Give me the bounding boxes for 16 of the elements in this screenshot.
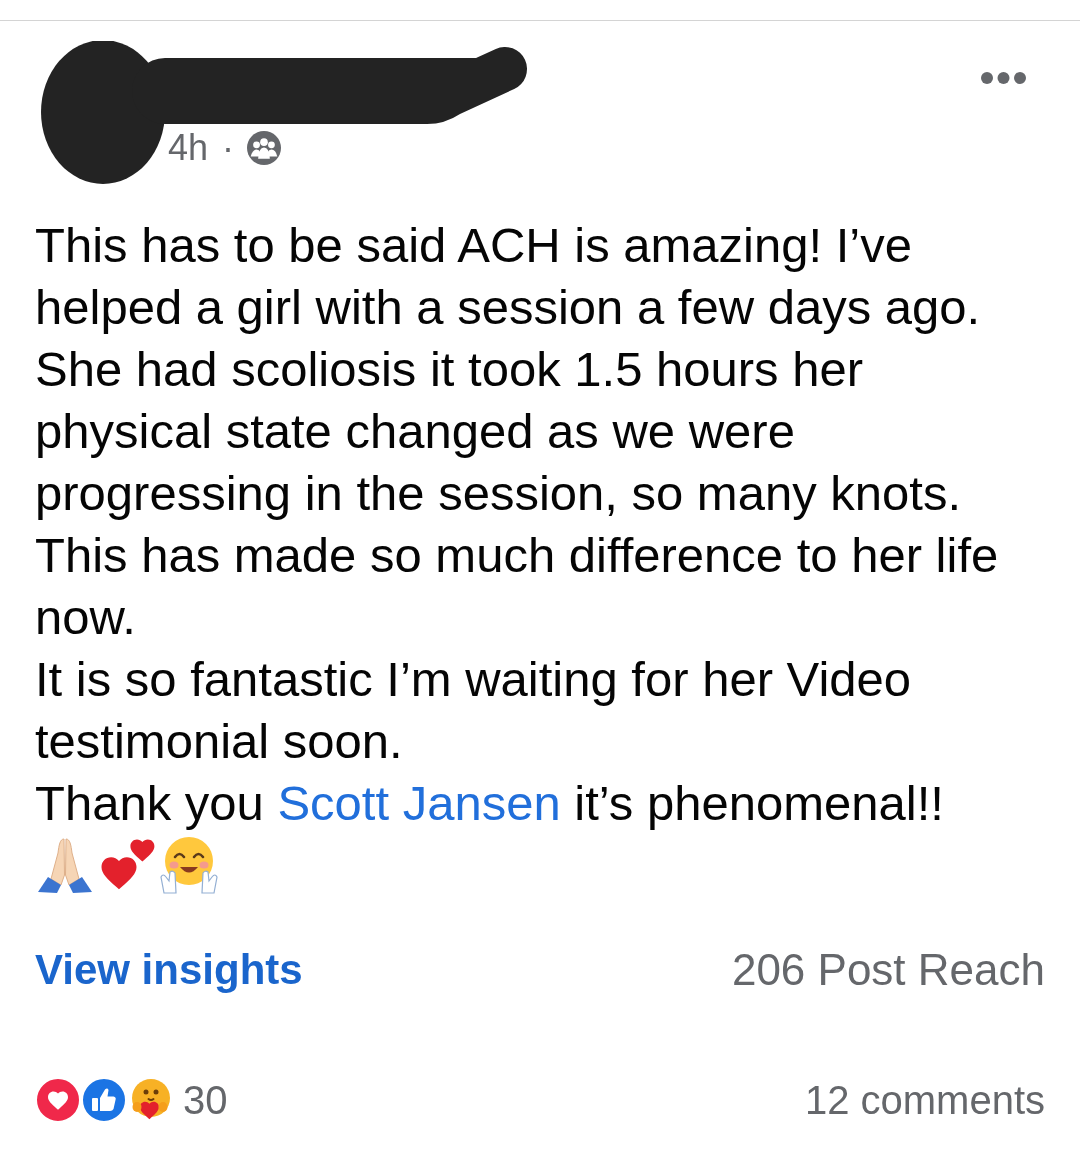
mention-link[interactable]: Scott Jansen <box>277 776 561 830</box>
love-reaction-icon[interactable] <box>35 1077 81 1123</box>
view-insights-link[interactable]: View insights <box>35 945 303 995</box>
post-text: Thank you Scott Jansen it’s phenomenal!! <box>35 775 945 832</box>
post-text: This has to be said ACH is amazing! I’ve helped a girl with a session a few days ago. She had scoliosis it took 1.5 hours her physical state changed as we were progressing in the session, so many knots. This has made so much difference to her life now. <box>35 217 1000 646</box>
hugging-face-icon <box>159 835 219 895</box>
like-reaction-icon[interactable] <box>81 1077 127 1123</box>
post-reach: 206 Post Reach <box>731 945 1045 995</box>
post-text: It is so fantastic I’m waiting for her Video testimonial soon. <box>35 651 913 770</box>
people-group-icon[interactable] <box>247 131 282 165</box>
praying-hands-icon <box>35 835 95 895</box>
more-options-icon[interactable] <box>981 72 1026 84</box>
reaction-count[interactable]: 30 <box>183 1077 228 1123</box>
comment-count[interactable]: 12 comments <box>804 1077 1045 1123</box>
separator: · <box>222 128 235 168</box>
post-time[interactable]: 4h <box>168 128 209 168</box>
